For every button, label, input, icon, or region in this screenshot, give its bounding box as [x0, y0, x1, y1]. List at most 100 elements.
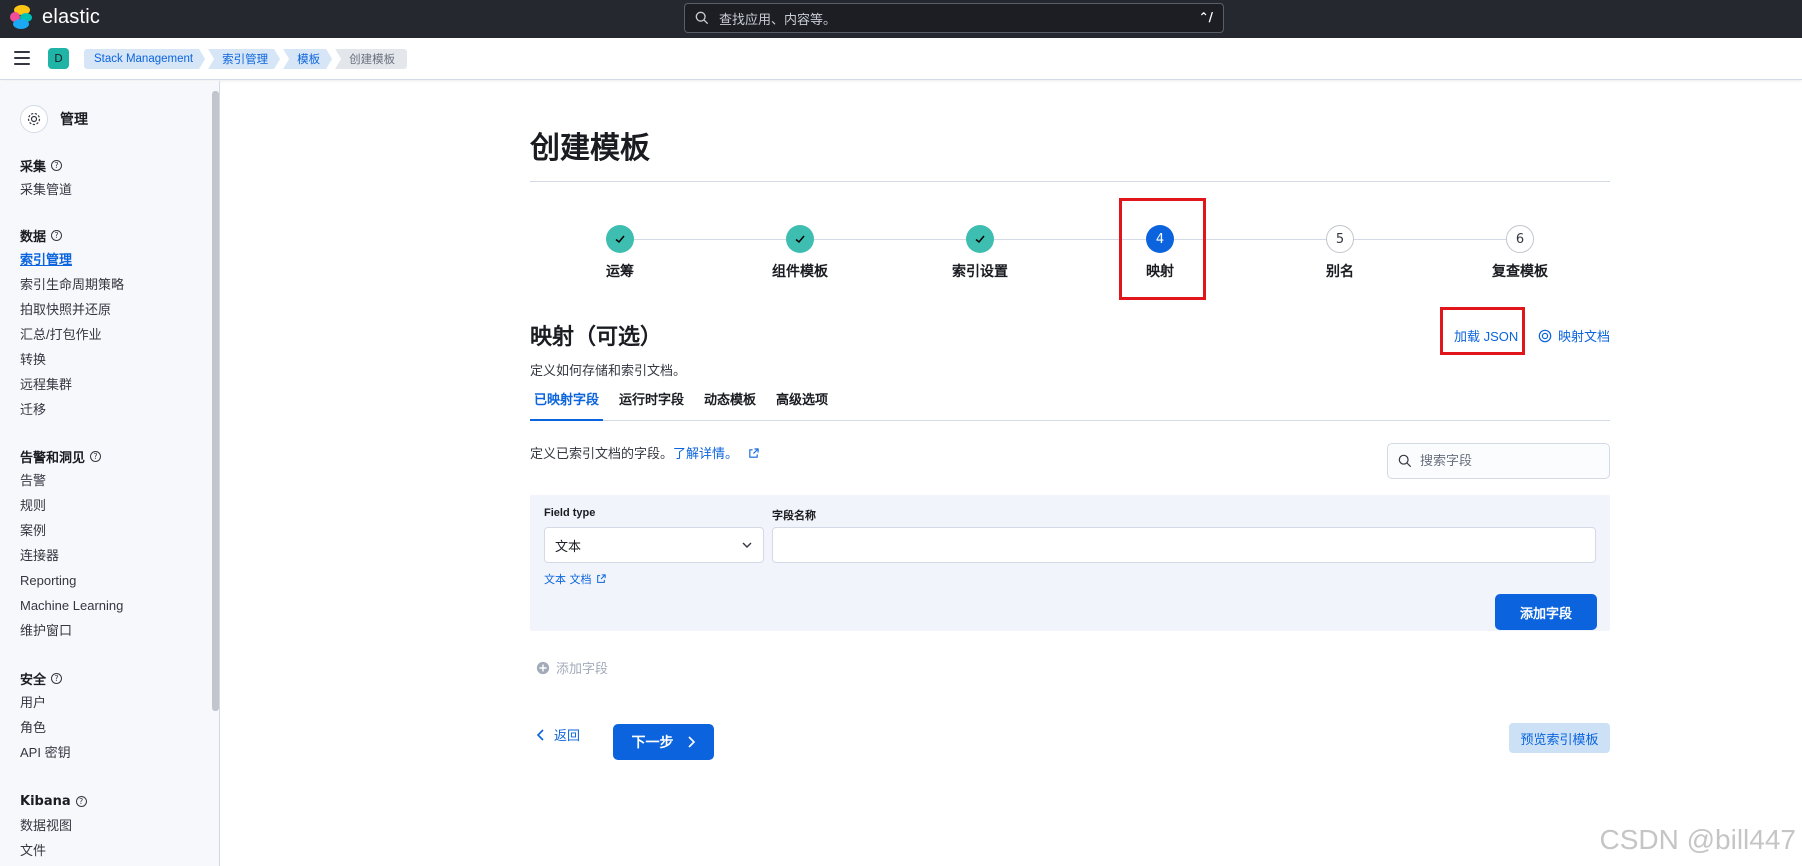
sidebar-group-title: 安全 — [20, 672, 47, 688]
sidebar-item-transforms[interactable]: 转换 — [20, 347, 124, 372]
load-json-button[interactable]: 加载 JSON — [1454, 326, 1518, 345]
watermark: CSDN @bill447 — [1599, 824, 1797, 855]
elastic-logo-icon — [10, 5, 34, 29]
search-icon — [695, 11, 709, 25]
back-button[interactable]: 返回 — [536, 725, 580, 744]
sidebar-item-api-keys[interactable]: API 密钥 — [20, 740, 71, 765]
sidebar-group-title: Kibana — [20, 793, 71, 809]
management-sidebar: 管理 采集? 采集管道 数据? 索引管理 索引生命周期策略 拍取快照并还原 汇总… — [0, 81, 220, 866]
top-header: elastic 查找应用、内容等。 ⌃/ — [0, 0, 1802, 38]
field-name-label: 字段名称 — [772, 510, 816, 522]
help-icon[interactable]: ? — [75, 795, 87, 807]
sidebar-scrollbar[interactable] — [212, 91, 219, 711]
step-index-settings[interactable]: 索引设置 — [920, 225, 1040, 281]
mapping-docs-link[interactable]: 映射文档 — [1538, 326, 1610, 345]
sidebar-item-alerts[interactable]: 告警 — [20, 468, 123, 493]
wizard-stepper: 运筹 组件模板 索引设置 4 映射 5 别名 6 复查模板 — [530, 225, 1610, 285]
sidebar-group-title: 采集 — [20, 159, 47, 175]
sidebar-item-maintenance-windows[interactable]: 维护窗口 — [20, 618, 123, 643]
sidebar-item-cases[interactable]: 案例 — [20, 518, 123, 543]
fields-description: 定义已索引文档的字段。了解详情。 — [530, 443, 759, 462]
sidebar-item-index-management[interactable]: 索引管理 — [20, 247, 124, 272]
step-aliases[interactable]: 5 别名 — [1280, 225, 1400, 281]
breadcrumb: Stack Management 索引管理 模板 创建模板 — [84, 49, 410, 69]
global-search-placeholder: 查找应用、内容等。 — [719, 12, 837, 28]
sidebar-item-snapshot-restore[interactable]: 拍取快照并还原 — [20, 297, 124, 322]
search-fields-input[interactable] — [1387, 443, 1610, 479]
preview-index-template-button[interactable]: 预览索引模板 — [1509, 723, 1610, 753]
external-link-icon — [596, 574, 606, 583]
sidebar-item-reporting[interactable]: Reporting — [20, 568, 123, 593]
step-label: 别名 — [1326, 264, 1354, 280]
tab-mapped-fields[interactable]: 已映射字段 — [530, 381, 604, 421]
tab-runtime-fields[interactable]: 运行时字段 — [615, 381, 688, 421]
sidebar-item-roles[interactable]: 角色 — [20, 715, 71, 740]
help-lifebuoy-icon — [1538, 329, 1552, 342]
space-avatar[interactable]: D — [48, 48, 69, 69]
help-icon[interactable]: ? — [51, 159, 63, 171]
step-label: 索引设置 — [952, 264, 1008, 280]
step-component-templates[interactable]: 组件模板 — [740, 225, 860, 281]
tab-dynamic-templates[interactable]: 动态模板 — [700, 381, 760, 421]
sidebar-item-remote-clusters[interactable]: 远程集群 — [20, 372, 124, 397]
sidebar-item-users[interactable]: 用户 — [20, 690, 71, 715]
gear-icon — [20, 105, 48, 133]
step-label: 运筹 — [606, 264, 634, 280]
chevron-down-icon — [742, 542, 752, 548]
section-description: 定义如何存储和索引文档。 — [530, 364, 687, 379]
check-icon — [786, 225, 814, 253]
sidebar-item-data-views[interactable]: 数据视图 — [20, 813, 87, 838]
step-logistics[interactable]: 运筹 — [560, 225, 680, 281]
sidebar-item-ilm-policies[interactable]: 索引生命周期策略 — [20, 272, 124, 297]
sidebar-title: 管理 — [60, 112, 88, 128]
plus-circle-icon — [536, 661, 550, 674]
sidebar-item-machine-learning[interactable]: Machine Learning — [20, 593, 123, 618]
global-search-input[interactable]: 查找应用、内容等。 ⌃/ — [684, 3, 1224, 33]
hamburger-menu-icon[interactable] — [14, 51, 30, 65]
add-field-link[interactable]: 添加字段 — [536, 658, 608, 677]
sidebar-group-alerts-insights: 告警和洞见? 告警 规则 案例 连接器 Reporting Machine Le… — [20, 444, 123, 643]
add-field-link-label: 添加字段 — [556, 662, 609, 677]
sidebar-group-ingest: 采集? 采集管道 — [20, 153, 72, 202]
sidebar-group-kibana: Kibana? 数据视图 文件 — [20, 789, 87, 863]
field-name-input[interactable] — [772, 527, 1596, 563]
breadcrumb-bar: D Stack Management 索引管理 模板 创建模板 — [0, 38, 1802, 80]
sidebar-item-migrate[interactable]: 迁移 — [20, 397, 124, 422]
help-icon[interactable]: ? — [51, 229, 63, 241]
breadcrumb-templates[interactable]: 模板 — [283, 49, 332, 69]
help-icon[interactable]: ? — [51, 672, 63, 684]
step-label: 组件模板 — [772, 264, 828, 280]
breadcrumb-index-management[interactable]: 索引管理 — [208, 49, 280, 69]
search-fields-text[interactable] — [1420, 453, 1590, 469]
sidebar-item-files[interactable]: 文件 — [20, 838, 87, 863]
sidebar-group-title: 数据 — [20, 229, 47, 245]
chevron-left-icon — [536, 728, 544, 741]
sidebar-group-security: 安全? 用户 角色 API 密钥 — [20, 666, 71, 765]
learn-more-link[interactable]: 了解详情。 — [673, 447, 738, 462]
elastic-logo[interactable]: elastic — [10, 5, 100, 29]
next-button-label: 下一步 — [631, 735, 674, 751]
field-type-value: 文本 — [555, 539, 582, 555]
annotation-box-mappings-step — [1119, 198, 1206, 300]
help-icon[interactable]: ? — [90, 450, 102, 462]
breadcrumb-stack-management[interactable]: Stack Management — [84, 49, 205, 69]
step-review-template[interactable]: 6 复查模板 — [1460, 225, 1580, 281]
tab-advanced-options[interactable]: 高级选项 — [772, 381, 832, 421]
sidebar-item-rollup-jobs[interactable]: 汇总/打包作业 — [20, 322, 124, 347]
sidebar-item-ingest-pipelines[interactable]: 采集管道 — [20, 177, 72, 202]
sidebar-header: 管理 — [20, 105, 88, 133]
page-title: 创建模板 — [530, 131, 650, 166]
field-type-docs-link[interactable]: 文本 文档 — [544, 571, 606, 587]
sidebar-group-title: 告警和洞见 — [20, 450, 86, 466]
sidebar-item-connectors[interactable]: 连接器 — [20, 543, 123, 568]
field-type-docs-label: 文本 文档 — [544, 573, 592, 586]
check-icon — [606, 225, 634, 253]
add-field-button[interactable]: 添加字段 — [1495, 594, 1597, 630]
sidebar-item-rules[interactable]: 规则 — [20, 493, 123, 518]
field-type-select[interactable]: 文本 — [544, 527, 764, 563]
step-label: 复查模板 — [1492, 264, 1548, 280]
brand-name: elastic — [42, 5, 101, 28]
next-button[interactable]: 下一步 — [613, 724, 714, 760]
search-shortcut-hint: ⌃/ — [1198, 10, 1213, 24]
check-icon — [966, 225, 994, 253]
